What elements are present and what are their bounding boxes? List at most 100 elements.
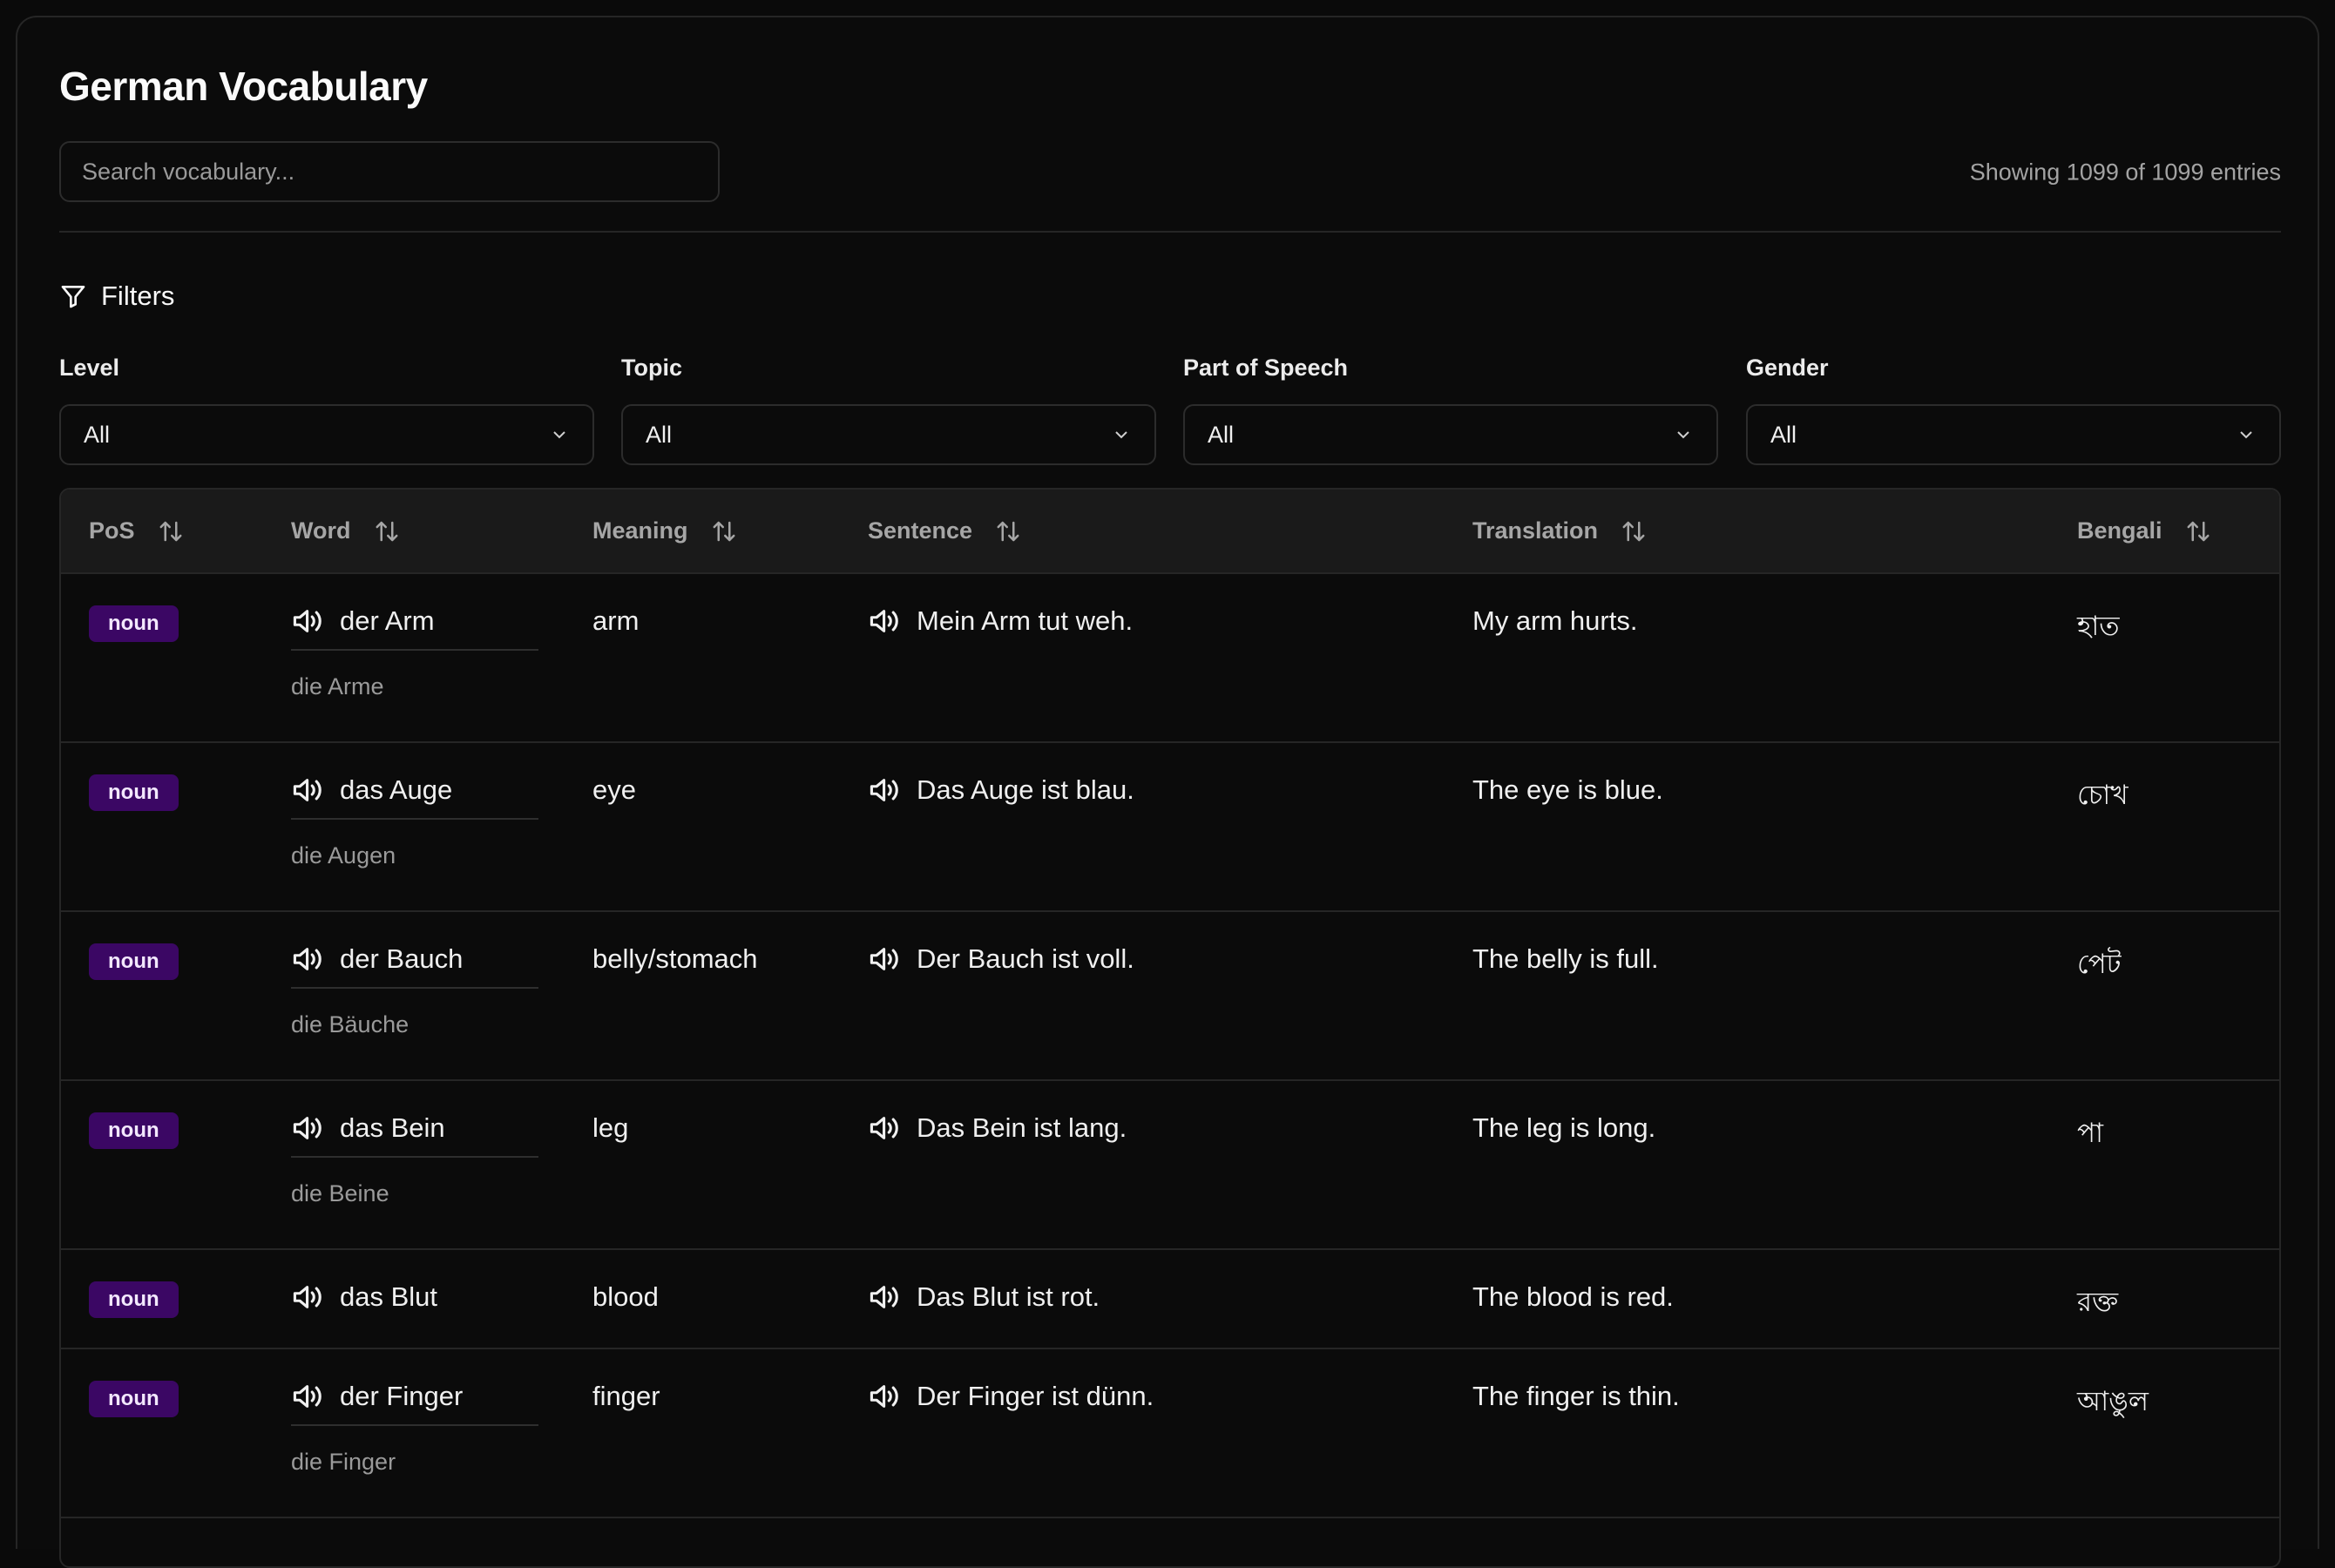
page-title: German Vocabulary: [59, 64, 428, 109]
sentence-text: Der Finger ist dünn.: [917, 1381, 1154, 1411]
bengali-text: হাত: [2077, 611, 2120, 641]
plural-text: die Beine: [291, 1180, 389, 1206]
sort-arrows-icon: [376, 521, 397, 541]
meaning-text: arm: [592, 605, 640, 636]
column-header-translation[interactable]: Translation: [1445, 490, 2049, 574]
filter-gender: Gender All: [1746, 350, 2281, 465]
pos-badge: noun: [89, 774, 179, 811]
translation-text: The finger is thin.: [1472, 1381, 1680, 1411]
pos-badge: noun: [89, 1281, 179, 1318]
column-header-pos[interactable]: PoS: [61, 490, 263, 574]
meaning-text: belly/stomach: [592, 943, 758, 974]
filter-topic: Topic All: [621, 350, 1156, 465]
table-row: noun das Blut blood Das Blut ist rot. Th…: [61, 1249, 2279, 1349]
table-row: noun der Finger die Finger finger Der Fi…: [61, 1348, 2279, 1518]
column-header-sentence[interactable]: Sentence: [840, 490, 1445, 574]
gender-select-value: All: [1770, 421, 1797, 448]
pos-badge: noun: [89, 1381, 179, 1417]
pos-badge: noun: [89, 943, 179, 980]
translation-text: My arm hurts.: [1472, 605, 1638, 636]
bengali-text: রক্ত: [2077, 1287, 2119, 1317]
filter-part-of-speech: Part of Speech All: [1183, 350, 1718, 465]
translation-text: The blood is red.: [1472, 1281, 1674, 1312]
chevron-down-icon: [1677, 431, 1689, 439]
plural-text: die Finger: [291, 1449, 396, 1475]
speaker-icon[interactable]: [868, 606, 903, 636]
word-text: der Finger: [340, 1381, 464, 1411]
table-row: noun der Arm die Arme arm Mein Arm tut w…: [61, 573, 2279, 743]
table-row: noun der Bauch die Bäuche belly/stomach …: [61, 911, 2279, 1081]
speaker-icon[interactable]: [868, 944, 903, 974]
word-text: das Blut: [340, 1281, 438, 1312]
speaker-icon[interactable]: [868, 1113, 903, 1143]
speaker-icon[interactable]: [291, 1113, 326, 1143]
part-of-speech-select-value: All: [1208, 421, 1235, 448]
sentence-text: Mein Arm tut weh.: [917, 605, 1134, 636]
bengali-text: পা: [2077, 1118, 2104, 1148]
meaning-text: leg: [592, 1112, 629, 1143]
sentence-text: Der Bauch ist voll.: [917, 943, 1134, 974]
table-row: [61, 1517, 2279, 1566]
table-header-row: PoS Word Meaning Sentence Translation Be…: [61, 490, 2279, 574]
filter-icon: [61, 286, 85, 308]
word-text: das Auge: [340, 774, 453, 805]
chevron-down-icon: [1115, 431, 1127, 439]
filter-gender-label: Gender: [1746, 355, 1829, 381]
chevron-down-icon: [2240, 431, 2252, 439]
word-text: der Arm: [340, 605, 435, 636]
bengali-text: পেট: [2077, 949, 2122, 979]
sentence-text: Das Auge ist blau.: [917, 774, 1134, 805]
entry-count: Showing 1099 of 1099 entries: [1969, 159, 2281, 186]
filter-level-label: Level: [59, 355, 120, 381]
vocabulary-table: PoS Word Meaning Sentence Translation Be…: [59, 488, 2281, 1568]
level-select[interactable]: All: [59, 404, 594, 465]
plural-text: die Arme: [291, 673, 384, 700]
meaning-text: eye: [592, 774, 636, 805]
meaning-text: finger: [592, 1381, 660, 1411]
topic-select[interactable]: All: [621, 404, 1156, 465]
word-text: das Bein: [340, 1112, 445, 1143]
table-row: noun das Bein die Beine leg Das Bein ist…: [61, 1080, 2279, 1250]
translation-text: The belly is full.: [1472, 943, 1659, 974]
word-text: der Bauch: [340, 943, 464, 974]
sort-arrows-icon: [997, 521, 1019, 541]
speaker-icon[interactable]: [868, 775, 903, 805]
translation-text: The eye is blue.: [1472, 774, 1663, 805]
topic-select-value: All: [646, 421, 673, 448]
speaker-icon[interactable]: [868, 1382, 903, 1411]
vocabulary-panel: German Vocabulary Showing 1099 of 1099 e…: [16, 16, 2319, 1568]
bengali-text: চোখ: [2077, 780, 2129, 810]
sort-arrows-icon: [713, 521, 735, 541]
column-header-meaning[interactable]: Meaning: [565, 490, 840, 574]
meaning-text: blood: [592, 1281, 659, 1312]
filter-topic-label: Topic: [621, 355, 682, 381]
column-header-word[interactable]: Word: [263, 490, 565, 574]
pos-badge: noun: [89, 1112, 179, 1149]
search-input[interactable]: [59, 141, 720, 202]
translation-text: The leg is long.: [1472, 1112, 1656, 1143]
sort-arrows-icon: [159, 521, 182, 541]
speaker-icon[interactable]: [868, 1282, 903, 1312]
part-of-speech-select[interactable]: All: [1183, 404, 1718, 465]
gender-select[interactable]: All: [1746, 404, 2281, 465]
speaker-icon[interactable]: [291, 1382, 326, 1411]
sentence-text: Das Blut ist rot.: [917, 1281, 1100, 1312]
plural-text: die Augen: [291, 842, 396, 868]
filters-heading-label: Filters: [101, 280, 175, 311]
chevron-down-icon: [553, 431, 565, 439]
filters-heading: Filters: [59, 280, 174, 312]
sentence-text: Das Bein ist lang.: [917, 1112, 1127, 1143]
column-header-bengali[interactable]: Bengali: [2049, 490, 2279, 574]
filter-level: Level All: [59, 350, 594, 465]
pos-badge: noun: [89, 605, 179, 642]
plural-text: die Bäuche: [291, 1011, 409, 1037]
divider: [59, 231, 2281, 233]
sort-arrows-icon: [2187, 521, 2210, 541]
level-select-value: All: [84, 421, 111, 448]
sort-arrows-icon: [1622, 521, 1645, 541]
speaker-icon[interactable]: [291, 1282, 326, 1312]
speaker-icon[interactable]: [291, 606, 326, 636]
bengali-text: আঙুল: [2077, 1386, 2149, 1416]
speaker-icon[interactable]: [291, 775, 326, 805]
speaker-icon[interactable]: [291, 944, 326, 974]
